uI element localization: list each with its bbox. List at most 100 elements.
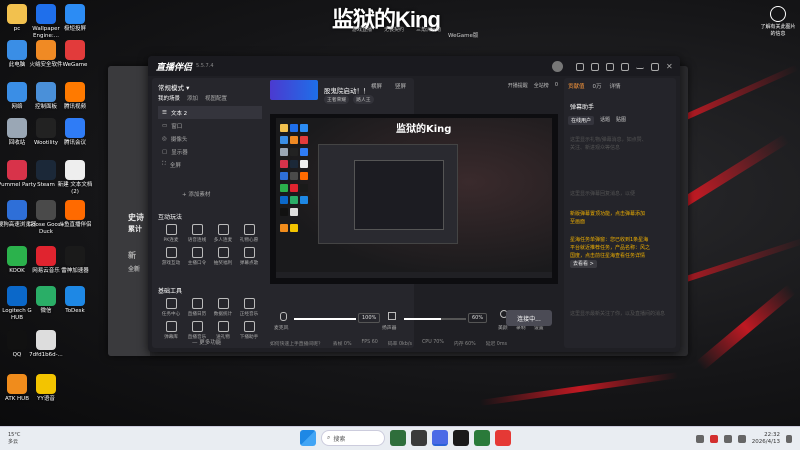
quick-start-hint[interactable]: 如何快速上手直播间呢？ [270,340,323,347]
notification-icon[interactable] [786,435,792,443]
desktop-icon[interactable]: 新建 文本文档 (2) [55,160,95,196]
user-avatar[interactable] [552,61,563,72]
tool-button[interactable]: 游戏互动 [158,247,184,266]
pinned-app-icon[interactable] [411,430,427,446]
speaker-volume-value[interactable]: 60% [468,313,488,323]
pinned-app-icon[interactable] [390,430,406,446]
bg-window-sidebar [108,66,150,356]
speaker-volume-slider[interactable] [404,318,466,320]
desktop-icon[interactable]: ToDesk [55,286,95,315]
desktop-icon[interactable]: WeGame [55,40,95,69]
microphone-icon[interactable] [280,312,287,321]
site-rank-button[interactable]: 全站榜 [534,82,549,89]
preview-icon [290,196,298,204]
tab-topics[interactable]: 话题 [600,116,610,125]
taskbar-search[interactable]: ⌕ 搜索 [321,430,385,446]
tool-button[interactable]: 语音连线 [184,224,210,243]
desktop-icon[interactable]: 雷神加速器 [55,246,95,275]
tool-button[interactable]: 正经音乐 [236,298,262,317]
close-icon[interactable]: ✕ [666,62,674,71]
tool-button[interactable]: 多人连麦 [210,224,236,243]
tab-stickers[interactable]: 贴图 [616,116,626,125]
preview-icon [280,124,288,132]
tool-button[interactable]: 主播口令 [184,247,210,266]
scene-item[interactable]: ▭ 窗口 [158,119,262,132]
weather-widget[interactable]: 15°C 多云 [8,432,20,446]
message-icon[interactable] [576,62,584,71]
contribution-tab[interactable]: 贡献值 [568,82,585,90]
desktop-icon-label: 斗鱼直播伴侣 [58,222,92,228]
live-cover-thumbnail[interactable] [270,80,318,100]
maximize-icon[interactable] [651,62,659,71]
mode-dropdown[interactable]: 常规模式 ▾ [158,82,189,92]
tool-button[interactable]: 下播助手 [236,321,262,340]
speaker-icon[interactable] [388,312,396,320]
live-tag[interactable]: 王者荣耀 [324,95,350,104]
banner-sub: 无畏契约 [384,27,405,33]
details-link[interactable]: 详情 [610,82,621,90]
tab-add[interactable]: 添加 [187,94,198,102]
tab-my-scenes[interactable]: 我的场景 [158,94,180,102]
taskbar-apps: ⌕ 搜索 [300,430,511,446]
danmu-subtabs: 在线用户 话题 贴图 [568,116,626,125]
tray-app-icon[interactable] [709,435,718,443]
tool-button[interactable]: 弹幕点歌 [236,247,262,266]
streaming-app-taskbar-icon[interactable] [432,430,448,446]
tool-button[interactable]: PK连麦 [158,224,184,243]
scene-item[interactable]: ◎ 摄像头 [158,132,262,145]
tool-label: 数据统计 [213,312,233,317]
qq-icon [7,330,27,350]
contribution-value: 0万 [592,84,602,90]
mic-volume-slider[interactable] [294,318,356,320]
more-functions-button[interactable]: — 更多功能 [192,338,221,346]
desktop-icon[interactable]: 腾讯视频 [55,82,95,111]
tab-view-config[interactable]: 视图配置 [205,94,227,102]
wallpaper-red-streak [696,284,796,371]
scene-label: 文本 2 [170,110,188,117]
headset-icon[interactable] [591,62,599,71]
desktop-icon[interactable]: 极短投屏 [55,4,95,33]
tab-online-users[interactable]: 在线用户 [568,116,595,125]
minimize-icon[interactable] [636,65,644,69]
live-title[interactable]: 股鬼院启动！！ [324,85,370,95]
scene-item[interactable]: ☰ 文本 2 [158,106,262,119]
tool-label: 主播口令 [187,261,207,266]
tool-button[interactable]: 抽奖福利 [210,247,236,266]
clock[interactable]: 22:32 2026/4/13 [752,432,780,446]
tool-label: 礼物心愿 [239,238,259,243]
desktop-icon-label: 7dfd1b6d-... [29,352,63,358]
tool-icon [165,321,177,332]
pinned-app-icon[interactable] [474,430,490,446]
desktop-icon[interactable]: 斗鱼直播伴侣 [55,200,95,229]
network-icon[interactable] [723,435,732,443]
tool-button[interactable]: 直播日历 [184,298,210,317]
view-task-button[interactable]: 去看看 > [570,260,597,268]
desktop-icon-image-info[interactable]: 了解有关此图片的信息 [760,6,796,38]
scene-item[interactable]: ⛶ 全屏 [158,158,262,171]
add-source-button[interactable]: + 添加素材 [182,190,210,198]
tool-button[interactable]: 弹幕库 [158,321,184,340]
live-reminder-button[interactable]: 开播提醒 [508,82,528,89]
scene-item[interactable]: ▢ 显示器 [158,145,262,158]
skin-icon[interactable] [606,62,614,71]
tool-button[interactable]: 数据统计 [210,298,236,317]
tool-button[interactable]: 任务中心 [158,298,184,317]
pinned-app-icon[interactable] [495,430,511,446]
start-icon[interactable] [300,430,316,446]
mic-volume-fill [294,318,356,320]
start-live-button[interactable]: 连接中... [506,310,552,326]
live-tags: 王者荣耀 路人王 [324,95,374,104]
app-titlebar[interactable]: 直播伴侣 5.5.7.4 ✕ [148,56,680,76]
chevron-up-icon[interactable] [695,435,704,443]
volume-icon[interactable] [737,435,746,443]
stream-preview[interactable]: 监狱的King [270,114,558,284]
desktop-icon[interactable]: 腾讯会议 [55,118,95,147]
desktop-icon[interactable]: 7dfd1b6d-... [26,330,66,359]
menu-icon[interactable] [621,62,629,71]
pinned-app-icon[interactable] [453,430,469,446]
preview-desktop: 监狱的King [276,118,552,278]
mic-volume-value[interactable]: 100% [358,313,381,323]
desktop-icon[interactable]: YY语音 [26,374,66,403]
live-tag[interactable]: 路人王 [353,95,374,104]
tool-button[interactable]: 礼物心愿 [236,224,262,243]
